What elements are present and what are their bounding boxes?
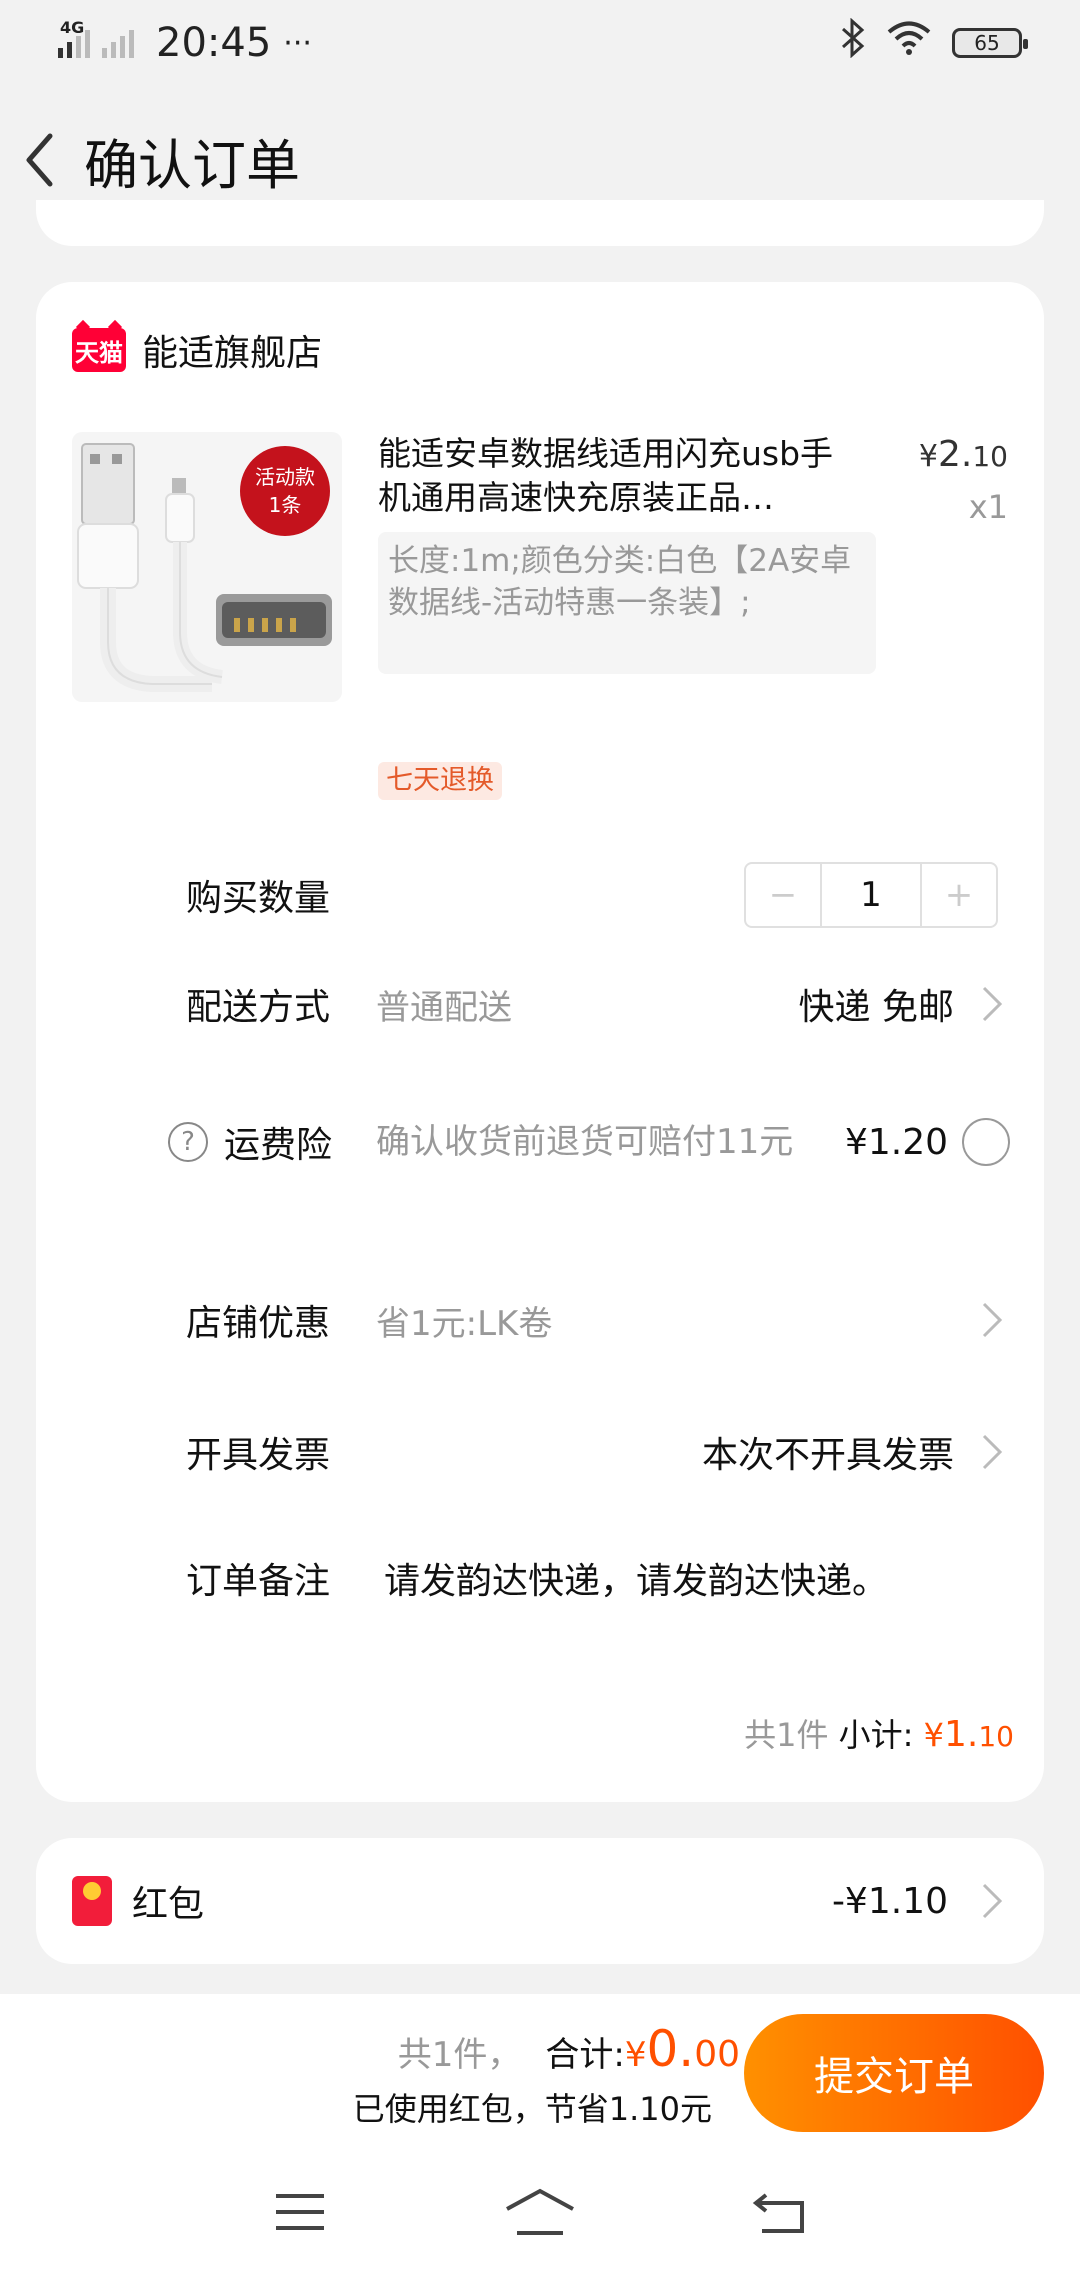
subtotal-decimal: 10: [978, 1720, 1014, 1753]
delivery-label: 配送方式: [186, 987, 331, 1028]
price-decimal: 10: [972, 440, 1008, 473]
coupon-value: 省1元:LK卷: [376, 1303, 553, 1344]
home-icon[interactable]: [500, 2182, 580, 2242]
bluetooth-icon: [840, 17, 866, 68]
red-packet-icon: [72, 1876, 112, 1926]
promo-badge-line1: 活动款: [255, 465, 315, 489]
insurance-description: 确认收货前退货可赔付11元: [376, 1122, 794, 1162]
total-label: 合计:: [545, 2035, 625, 2075]
invoice-label: 开具发票: [186, 1435, 331, 1476]
quantity-plus-button[interactable]: +: [922, 864, 996, 926]
chevron-right-icon: [982, 1302, 1003, 1338]
quantity-stepper: − 1 +: [744, 862, 998, 928]
status-left: 4G 20:45 ···: [58, 18, 312, 66]
help-icon[interactable]: ?: [168, 1122, 208, 1162]
price-symbol: ¥: [918, 439, 938, 474]
system-nav-bar: [0, 2144, 1080, 2280]
checkout-bar: 共1件， 合计: ¥0. 00 已使用红包，节省1.10元 提交订单: [0, 1994, 1080, 2144]
delivery-method: 普通配送: [376, 987, 512, 1028]
invoice-row[interactable]: 开具发票 本次不开具发票: [36, 1412, 1044, 1492]
insurance-radio[interactable]: [962, 1118, 1010, 1166]
subtotal: 共1件 小计: ¥1.10: [744, 1710, 1014, 1756]
back-icon[interactable]: [740, 2182, 820, 2242]
product-sku: 长度:1m;颜色分类:白色【2A安卓数据线-活动特惠一条装】;: [378, 532, 876, 674]
shop-header[interactable]: 天猫 能适旗舰店: [72, 324, 322, 376]
insurance-price: ¥1.20: [844, 1121, 948, 1163]
status-bar: 4G 20:45 ··· 65: [0, 0, 1080, 86]
tmall-logo: 天猫: [72, 328, 126, 372]
clock: 20:45: [156, 20, 272, 66]
subtotal-integer: 1.: [944, 1714, 979, 1755]
quantity-label: 购买数量: [186, 878, 331, 919]
insurance-label: 运费险: [224, 1125, 333, 1166]
product-title[interactable]: 能适安卓数据线适用闪充usb手机通用高速快充原装正品…: [378, 432, 848, 520]
coupon-label: 店铺优惠: [186, 1303, 331, 1344]
red-packet-value: -¥1.10: [831, 1880, 948, 1922]
product-quantity: x1: [968, 488, 1008, 526]
more-notifications-icon: ···: [283, 25, 312, 61]
subtotal-label: 小计:: [838, 1716, 914, 1754]
quantity-minus-button[interactable]: −: [746, 864, 820, 926]
status-right: 65: [840, 17, 1028, 68]
note-label: 订单备注: [186, 1561, 331, 1602]
red-packet-label: 红包: [132, 1884, 205, 1925]
product-image[interactable]: 活动款 1条: [72, 432, 342, 702]
network-type: 4G: [60, 18, 85, 37]
total-line: 共1件， 合计: ¥0. 00: [398, 2020, 740, 2078]
order-card: 天猫 能适旗舰店 活动款 1条 能适安卓数据线适用闪充usb手机通用高速快充原装…: [36, 282, 1044, 1802]
shop-name: 能适旗舰店: [142, 333, 323, 374]
subtotal-count: 共1件: [744, 1716, 829, 1754]
chevron-right-icon: [982, 986, 1003, 1022]
total-integer: 0.: [646, 2020, 695, 2078]
page-title: 确认订单: [84, 133, 300, 197]
delivery-value: 快递 免邮: [798, 987, 954, 1028]
price-integer: 2.: [938, 434, 973, 475]
shipping-insurance-row: ? 运费险 确认收货前退货可赔付11元 ¥1.20: [36, 1092, 1044, 1192]
delivery-row[interactable]: 配送方式 普通配送 快递 免邮: [36, 964, 1044, 1044]
saving-note: 已使用红包，节省1.10元: [352, 2090, 712, 2128]
quantity-row: 购买数量 − 1 +: [36, 862, 1044, 928]
menu-icon[interactable]: [260, 2182, 340, 2242]
chevron-right-icon: [982, 1434, 1003, 1470]
promo-badge: 活动款 1条: [240, 446, 330, 536]
note-input[interactable]: 请发韵达快递，请发韵达快递。: [384, 1552, 888, 1604]
order-note-row: 订单备注 请发韵达快递，请发韵达快递。: [36, 1538, 1044, 1618]
back-arrow-icon[interactable]: [14, 130, 64, 190]
red-packet-row[interactable]: 红包 -¥1.10: [36, 1838, 1044, 1964]
invoice-value: 本次不开具发票: [701, 1435, 954, 1476]
address-card-bottom: [36, 200, 1044, 246]
wifi-icon: [886, 19, 932, 67]
quantity-input[interactable]: 1: [820, 864, 922, 926]
signal-2-icon: [102, 28, 134, 58]
return-policy-badge: 七天退换: [378, 762, 502, 800]
battery-icon: 65: [952, 28, 1028, 58]
total-symbol: ¥: [624, 2035, 647, 2075]
submit-order-button[interactable]: 提交订单: [744, 2014, 1044, 2132]
subtotal-symbol: ¥: [923, 1716, 944, 1754]
product-price: ¥2.10: [919, 434, 1008, 475]
total-count: 共1件，: [397, 2035, 522, 2075]
promo-badge-line2: 1条: [268, 493, 302, 517]
shop-coupon-row[interactable]: 店铺优惠 省1元:LK卷: [36, 1280, 1044, 1360]
chevron-right-icon: [982, 1883, 1003, 1919]
total-decimal: 00: [694, 2034, 740, 2075]
